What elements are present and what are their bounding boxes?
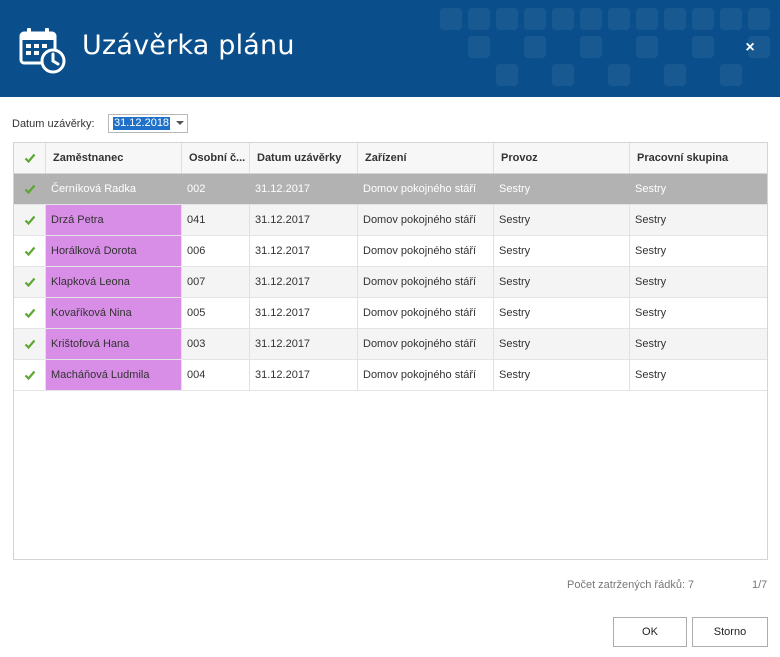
check-icon (24, 184, 35, 195)
cell-closing-date[interactable]: 31.12.2017 (250, 267, 358, 297)
cell-work-group[interactable]: Sestry (630, 329, 767, 359)
cell-personal-number[interactable]: 007 (182, 267, 250, 297)
cancel-button[interactable]: Storno (692, 617, 768, 647)
cell-operation[interactable]: Sestry (494, 329, 630, 359)
cell-operation[interactable]: Sestry (494, 298, 630, 328)
check-icon (24, 308, 35, 319)
cell-employee[interactable]: Kovaříková Nina (46, 298, 182, 328)
check-icon (24, 215, 35, 226)
date-picker[interactable]: 31.12.2018 (108, 114, 188, 133)
cell-employee[interactable]: Klapková Leona (46, 267, 182, 297)
cell-work-group[interactable]: Sestry (630, 298, 767, 328)
row-checkbox[interactable] (14, 360, 46, 390)
cell-closing-date[interactable]: 31.12.2017 (250, 329, 358, 359)
cell-facility[interactable]: Domov pokojného stáří (358, 205, 494, 235)
row-checkbox[interactable] (14, 236, 46, 266)
cell-employee[interactable]: Horálková Dorota (46, 236, 182, 266)
cell-facility[interactable]: Domov pokojného stáří (358, 329, 494, 359)
cell-operation[interactable]: Sestry (494, 174, 630, 204)
table-row[interactable]: Drzá Petra 041 31.12.2017 Domov pokojného s… (14, 205, 767, 236)
ok-button[interactable]: OK (613, 617, 687, 647)
table-row[interactable]: Macháňová Ludmila 004 31.12.2017 Domov poko… (14, 360, 767, 391)
table-row[interactable]: Kovaříková Nina 005 31.12.2017 Domov pokojn… (14, 298, 767, 329)
cell-employee[interactable]: Drzá Petra (46, 205, 182, 235)
table-row[interactable]: Krištofová Hana 003 31.12.2017 Domov pokojn… (14, 329, 767, 360)
cell-facility[interactable]: Domov pokojného stáří (358, 267, 494, 297)
cell-facility[interactable]: Domov pokojného stáří (358, 360, 494, 390)
table-row[interactable]: Klapková Leona 007 31.12.2017 Domov pokojné… (14, 267, 767, 298)
cell-personal-number[interactable]: 006 (182, 236, 250, 266)
cell-employee[interactable]: Krištofová Hana (46, 329, 182, 359)
cell-personal-number[interactable]: 005 (182, 298, 250, 328)
column-header-closing-date[interactable]: Datum uzávěrky (250, 143, 358, 173)
row-checkbox[interactable] (14, 205, 46, 235)
cell-operation[interactable]: Sestry (494, 205, 630, 235)
column-header-employee[interactable]: Zaměstnanec (46, 143, 182, 173)
table-row[interactable]: Černíková Radka 002 31.12.2017 Domov pokojn… (14, 174, 767, 205)
row-checkbox[interactable] (14, 298, 46, 328)
cell-work-group[interactable]: Sestry (630, 236, 767, 266)
cell-operation[interactable]: Sestry (494, 360, 630, 390)
cell-work-group[interactable]: Sestry (630, 205, 767, 235)
cell-operation[interactable]: Sestry (494, 236, 630, 266)
check-icon (24, 246, 35, 257)
row-checkbox[interactable] (14, 267, 46, 297)
row-checkbox[interactable] (14, 174, 46, 204)
cell-work-group[interactable]: Sestry (630, 267, 767, 297)
cell-personal-number[interactable]: 004 (182, 360, 250, 390)
check-icon (24, 277, 35, 288)
column-header-personal-number[interactable]: Osobní č... (182, 143, 250, 173)
cell-closing-date[interactable]: 31.12.2017 (250, 236, 358, 266)
check-icon (24, 370, 35, 381)
employee-grid: Zaměstnanec Osobní č... Datum uzávěrky Z… (13, 142, 768, 560)
column-header-operation[interactable]: Provoz (494, 143, 630, 173)
check-icon (24, 339, 35, 350)
cell-facility[interactable]: Domov pokojného stáří (358, 298, 494, 328)
date-label: Datum uzávěrky: (12, 118, 95, 130)
table-row[interactable]: Horálková Dorota 006 31.12.2017 Domov pokoj… (14, 236, 767, 267)
date-value[interactable]: 31.12.2018 (113, 117, 171, 130)
cell-personal-number[interactable]: 002 (182, 174, 250, 204)
cell-personal-number[interactable]: 003 (182, 329, 250, 359)
close-button[interactable]: × (738, 36, 762, 60)
header-decoration (420, 0, 780, 97)
cell-closing-date[interactable]: 31.12.2017 (250, 174, 358, 204)
cell-work-group[interactable]: Sestry (630, 174, 767, 204)
cell-work-group[interactable]: Sestry (630, 360, 767, 390)
checked-rows-count: Počet zatržených řádků: 7 (567, 579, 695, 591)
cell-employee[interactable]: Černíková Radka (46, 174, 182, 204)
column-header-work-group[interactable]: Pracovní skupina (630, 143, 767, 173)
cell-closing-date[interactable]: 31.12.2017 (250, 360, 358, 390)
row-position: 1/7 (752, 579, 768, 591)
row-checkbox[interactable] (14, 329, 46, 359)
chevron-down-icon[interactable] (176, 121, 184, 125)
calendar-clock-icon (19, 28, 66, 74)
cell-closing-date[interactable]: 31.12.2017 (250, 298, 358, 328)
grid-header: Zaměstnanec Osobní č... Datum uzávěrky Z… (14, 143, 767, 174)
cell-employee[interactable]: Macháňová Ludmila (46, 360, 182, 390)
cell-operation[interactable]: Sestry (494, 267, 630, 297)
cell-facility[interactable]: Domov pokojného stáří (358, 174, 494, 204)
cell-facility[interactable]: Domov pokojného stáří (358, 236, 494, 266)
cell-personal-number[interactable]: 041 (182, 205, 250, 235)
dialog-header: Uzávěrka plánu × (0, 0, 780, 97)
column-header-facility[interactable]: Zařízení (358, 143, 494, 173)
dialog-title: Uzávěrka plánu (82, 30, 295, 61)
check-icon (24, 153, 35, 164)
cell-closing-date[interactable]: 31.12.2017 (250, 205, 358, 235)
select-all-checkbox[interactable] (14, 143, 46, 173)
date-filter: Datum uzávěrky: 31.12.2018 (12, 114, 188, 134)
